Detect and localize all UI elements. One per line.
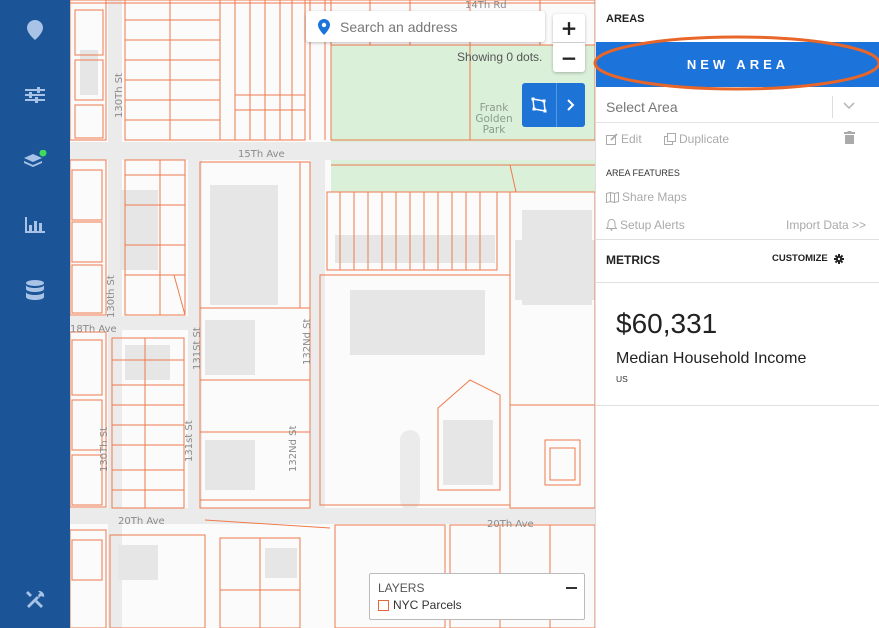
edit-button[interactable]: Edit xyxy=(606,132,642,146)
select-area-placeholder: Select Area xyxy=(606,99,678,115)
map-pin-icon[interactable] xyxy=(0,10,70,50)
areas-header: AREAS xyxy=(606,13,645,25)
dots-status-text: Showing 0 dots. xyxy=(457,50,543,64)
street-label-131st-b: 131st St xyxy=(184,420,195,462)
polygon-icon xyxy=(531,97,547,113)
divider xyxy=(596,239,879,240)
chevron-down-icon xyxy=(843,102,855,110)
street-label-14th: 14Th Rd xyxy=(465,0,507,11)
street-label-130th-b: 130th St xyxy=(106,275,117,318)
share-maps-button[interactable]: Share Maps xyxy=(606,190,687,204)
trash-icon xyxy=(844,131,855,144)
customize-label: CUSTOMIZE xyxy=(772,253,828,264)
database-icon[interactable] xyxy=(0,270,70,310)
share-maps-label: Share Maps xyxy=(622,190,687,204)
street-label-15th: 15Th Ave xyxy=(238,149,285,160)
street-label-132nd-a: 132Nd St xyxy=(302,319,313,365)
zoom-control: + − xyxy=(553,14,585,72)
import-data-link[interactable]: Import Data >> xyxy=(786,218,866,232)
select-area-dropdown[interactable]: Select Area xyxy=(596,91,879,123)
expand-tools-button[interactable] xyxy=(557,83,585,127)
divider xyxy=(596,282,879,283)
areas-panel: AREAS NEW AREA Select Area Edit Duplicat… xyxy=(593,0,879,628)
new-area-button[interactable]: NEW AREA xyxy=(596,42,879,87)
setup-alerts-button[interactable]: Setup Alerts xyxy=(606,218,685,232)
layer-item-nyc-parcels[interactable]: NYC Parcels xyxy=(378,598,462,612)
metric-value: $60,331 xyxy=(616,308,718,339)
gear-icon xyxy=(833,253,844,264)
duplicate-button[interactable]: Duplicate xyxy=(664,132,729,146)
street-label-130th-c: 130Th St xyxy=(99,427,110,472)
location-pin-icon xyxy=(318,18,330,35)
street-label-132nd-b: 132Nd St xyxy=(288,426,299,472)
edit-label: Edit xyxy=(621,132,642,146)
street-label-18th: 18Th Ave xyxy=(70,324,117,335)
metric-region: US xyxy=(616,374,628,384)
layer-item-label: NYC Parcels xyxy=(393,598,462,612)
metrics-header: METRICS xyxy=(606,253,660,267)
divider xyxy=(596,405,879,406)
layers-legend: LAYERS NYC Parcels xyxy=(369,573,585,620)
map-icon xyxy=(606,191,619,203)
street-label-130th-a: 130Th St xyxy=(114,73,125,118)
layer-swatch xyxy=(378,599,389,611)
chevron-right-icon xyxy=(567,99,575,111)
status-badge xyxy=(39,150,47,157)
customize-button[interactable]: CUSTOMIZE xyxy=(772,253,844,264)
area-features-label: AREA FEATURES xyxy=(606,168,680,178)
duplicate-label: Duplicate xyxy=(679,132,730,146)
tools-icon[interactable] xyxy=(0,580,70,620)
street-label-20th-a: 20Th Ave xyxy=(118,516,165,527)
dropdown-divider xyxy=(832,96,833,118)
layers-icon[interactable] xyxy=(0,140,70,180)
layers-collapse-button[interactable] xyxy=(564,582,578,594)
parcel-map: 130Th St 130th St 130Th St 15Th Ave 18Th… xyxy=(70,0,595,628)
setup-alerts-label: Setup Alerts xyxy=(620,218,685,232)
draw-toolbar xyxy=(522,83,585,127)
street-label-20th-b: 20Th Ave xyxy=(487,519,534,530)
nav-rail xyxy=(0,0,70,628)
map-canvas[interactable]: 130Th St 130th St 130Th St 15Th Ave 18Th… xyxy=(70,0,595,628)
zoom-in-button[interactable]: + xyxy=(553,14,585,43)
street-label-131st-a: 131St St xyxy=(192,327,203,370)
zoom-out-button[interactable]: − xyxy=(553,43,585,72)
edit-icon xyxy=(606,133,618,145)
layers-title: LAYERS xyxy=(378,581,425,595)
park-label-line-3: Park xyxy=(483,124,507,136)
bar-chart-icon[interactable] xyxy=(0,205,70,245)
copy-icon xyxy=(664,133,676,145)
minus-icon xyxy=(565,587,577,589)
search-input[interactable] xyxy=(340,18,530,35)
delete-button[interactable] xyxy=(844,131,858,144)
address-search-box[interactable] xyxy=(306,11,545,42)
sliders-icon[interactable] xyxy=(0,75,70,115)
metric-label: Median Household Income xyxy=(616,350,807,367)
bell-icon xyxy=(606,219,617,231)
draw-polygon-button[interactable] xyxy=(522,83,557,127)
